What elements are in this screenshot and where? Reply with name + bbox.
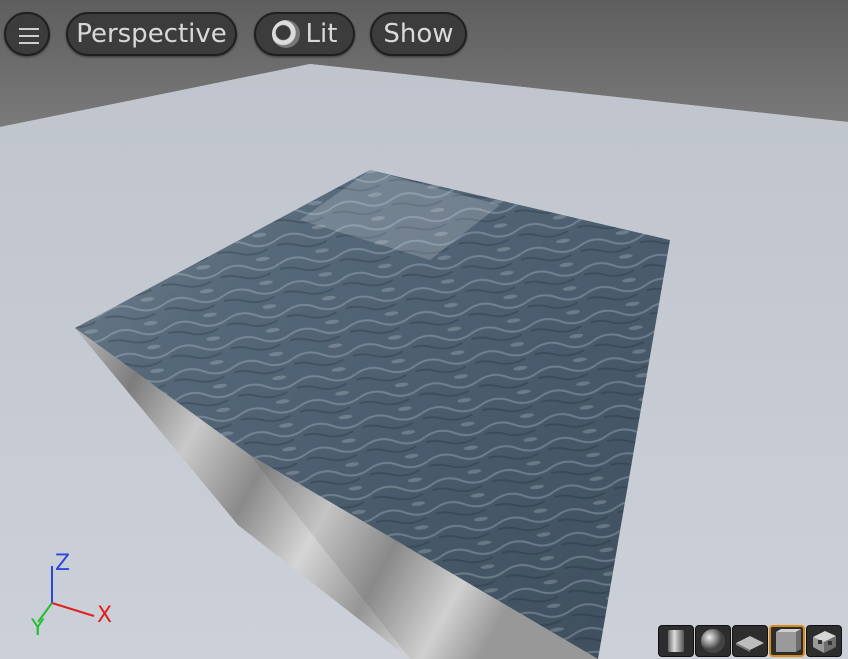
mesh-icon[interactable] — [806, 625, 842, 657]
viewport-menu-button[interactable] — [4, 12, 50, 56]
axis-x-label: X — [97, 603, 113, 628]
axis-z-label: Z — [55, 551, 71, 576]
lit-sphere-icon — [271, 20, 300, 48]
plane-icon[interactable] — [732, 625, 768, 657]
lit-label: Lit — [305, 19, 338, 49]
sphere-icon[interactable] — [695, 625, 731, 657]
cylinder-icon[interactable] — [658, 625, 694, 657]
show-label: Show — [383, 19, 454, 49]
perspective-label: Perspective — [76, 19, 227, 49]
preview-shape-bar — [658, 625, 842, 657]
material-preview-viewport[interactable]: Perspective Lit Show Z X Y — [0, 0, 848, 659]
show-button[interactable]: Show — [370, 12, 467, 56]
perspective-button[interactable]: Perspective — [66, 12, 237, 56]
axis-y-label: Y — [31, 616, 45, 641]
lit-button[interactable]: Lit — [254, 12, 355, 56]
cube-icon[interactable] — [769, 625, 805, 657]
viewport-scene[interactable] — [0, 0, 848, 659]
